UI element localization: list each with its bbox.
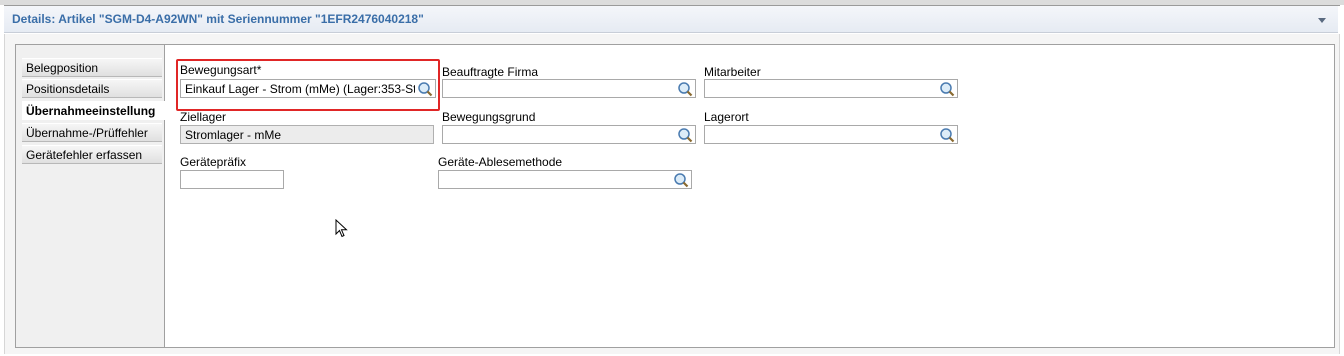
beauftragte-firma-label: Beauftragte Firma	[442, 65, 539, 79]
nav-item-uebernahmeeinstellung[interactable]: Übernahmeeinstellung	[22, 101, 165, 120]
magnifier-icon[interactable]	[673, 172, 689, 188]
lagerort-field[interactable]	[704, 125, 958, 144]
details-content: Belegposition Positionsdetails Übernahme…	[4, 34, 1340, 354]
mitarbeiter-field[interactable]	[704, 79, 958, 98]
bewegungsgrund-label: Bewegungsgrund	[442, 110, 536, 124]
nav-item-geraetefehler-erfassen[interactable]: Gerätefehler erfassen	[22, 145, 162, 164]
details-title: Details: Artikel "SGM-D4-A92WN" mit Seri…	[12, 12, 424, 26]
geraetepraefix-field[interactable]	[180, 170, 284, 189]
magnifier-icon[interactable]	[677, 127, 693, 143]
ziellager-field: Stromlager - mMe	[180, 125, 434, 144]
section-nav: Belegposition Positionsdetails Übernahme…	[16, 45, 165, 347]
magnifier-icon[interactable]	[939, 127, 955, 143]
magnifier-icon[interactable]	[939, 81, 955, 97]
highlight-box	[176, 59, 440, 111]
geraetepraefix-label: Gerätepräfix	[180, 155, 247, 169]
nav-item-belegposition[interactable]: Belegposition	[22, 58, 162, 77]
chevron-down-icon[interactable]	[1316, 14, 1328, 26]
mouse-cursor-icon	[335, 219, 348, 238]
nav-item-uebernahme-prueffehler[interactable]: Übernahme-/Prüffehler	[22, 123, 162, 142]
ziellager-label: Ziellager	[180, 110, 227, 124]
details-header[interactable]: Details: Artikel "SGM-D4-A92WN" mit Seri…	[4, 6, 1338, 33]
bewegungsgrund-field[interactable]	[442, 125, 696, 144]
details-panel: Belegposition Positionsdetails Übernahme…	[15, 44, 1335, 348]
nav-item-positionsdetails[interactable]: Positionsdetails	[22, 79, 162, 98]
lagerort-label: Lagerort	[704, 110, 749, 124]
magnifier-icon[interactable]	[677, 81, 693, 97]
ziellager-value: Stromlager - mMe	[185, 128, 282, 142]
mitarbeiter-label: Mitarbeiter	[704, 65, 761, 79]
geraete-ablesemethode-field[interactable]	[438, 170, 692, 189]
geraete-ablesemethode-label: Geräte-Ablesemethode	[438, 155, 563, 169]
beauftragte-firma-field[interactable]	[442, 79, 696, 98]
